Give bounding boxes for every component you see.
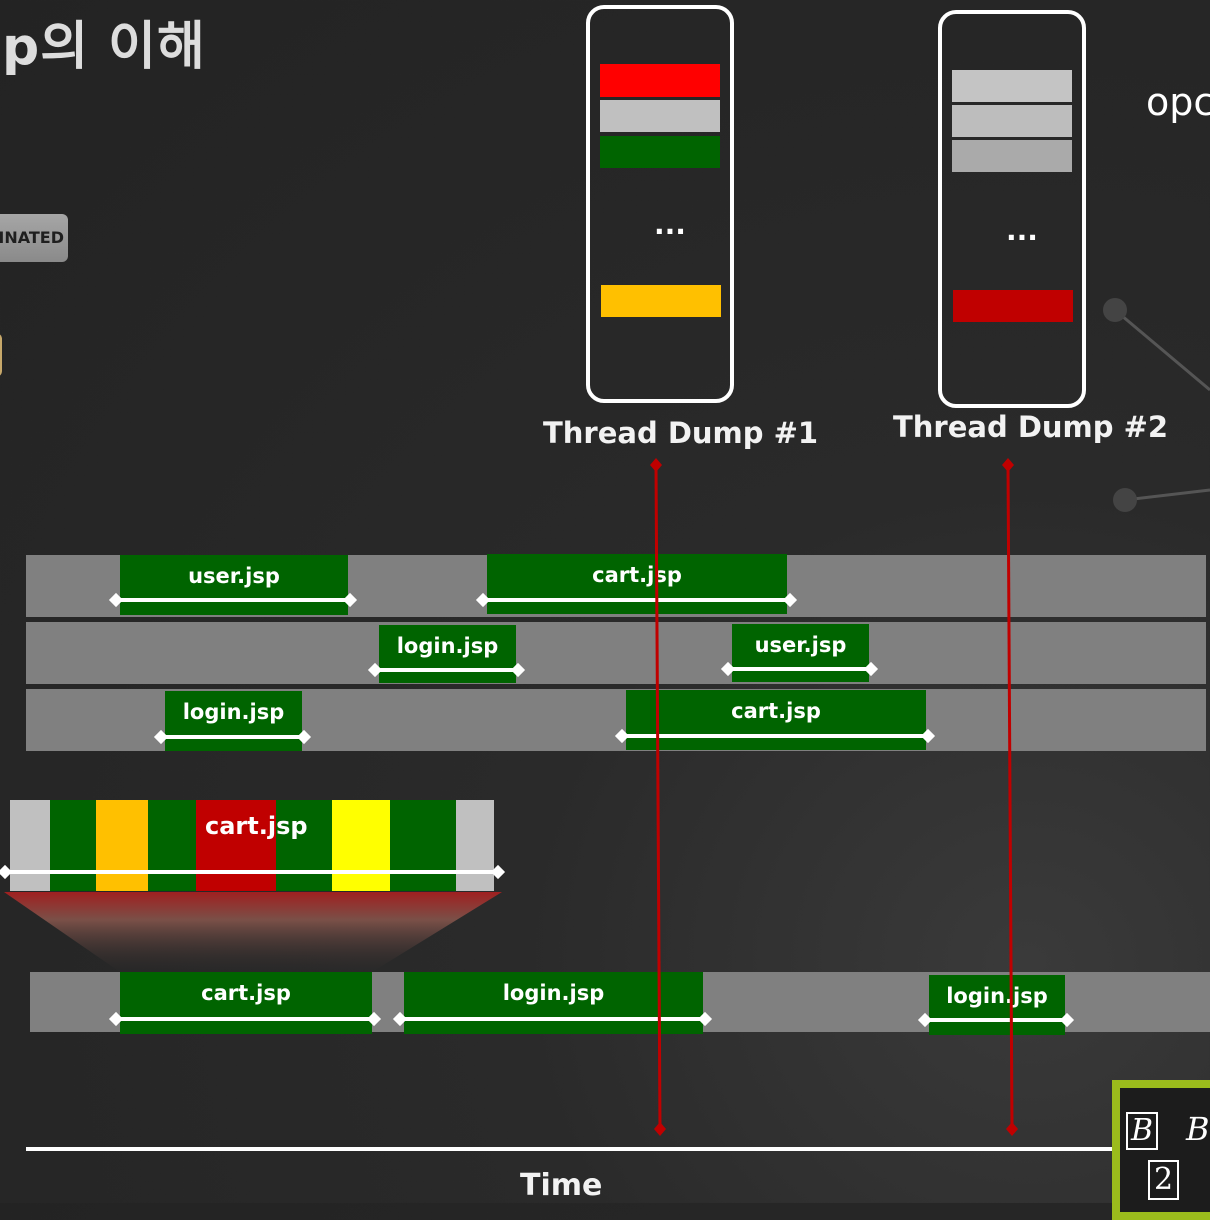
dump-1-ellipsis: ...: [654, 208, 686, 241]
zoom-segment: [148, 800, 196, 891]
corner-digit: 2: [1148, 1160, 1180, 1200]
request-user-jsp: user.jsp: [120, 555, 348, 615]
dump-1-block-4: [601, 285, 721, 317]
dump-2-block-3: [952, 140, 1072, 172]
request-login-jsp: login.jsp: [379, 625, 516, 683]
time-axis: [26, 1147, 1116, 1151]
corner-letter-b2: B: [1186, 1110, 1210, 1148]
page-title: p의 이해: [2, 17, 206, 77]
dump-1-block-3: [600, 136, 720, 168]
zoom-segment: [456, 800, 494, 891]
zoom-segment: [332, 800, 390, 891]
thread-dump-1-label: Thread Dump #1: [543, 416, 819, 450]
zoom-segment: [50, 800, 96, 891]
corner-letter-b: B: [1126, 1112, 1159, 1150]
zoom-segment: [96, 800, 148, 891]
request-login-jsp: login.jsp: [165, 691, 302, 751]
status-badge: INATED: [0, 214, 68, 262]
request-cart-jsp: cart.jsp: [120, 972, 372, 1034]
request-duration-line: [117, 598, 351, 602]
zoomed-request-label: cart.jsp: [205, 812, 308, 840]
dump-2-block-1: [952, 70, 1072, 102]
dump-2-ellipsis: ...: [1006, 214, 1038, 247]
request-duration-line: [117, 1017, 375, 1021]
zoom-projection: [4, 892, 502, 972]
logo-text: opc: [1146, 80, 1210, 124]
corner-thumbnail: B B 2: [1112, 1080, 1210, 1220]
dump-1-block-1: [600, 64, 720, 97]
zoom-segment: [390, 800, 456, 891]
dump-1-block-2: [600, 100, 720, 132]
request-duration-line: [376, 668, 519, 672]
time-axis-label: Time: [520, 1168, 603, 1203]
request-duration-line: [162, 735, 305, 739]
zoomed-duration-line: [6, 870, 498, 874]
dump-2-block-2: [952, 105, 1072, 137]
dump-2-block-4: [953, 290, 1073, 322]
thread-dump-2-label: Thread Dump #2: [893, 410, 1169, 444]
left-edge-tab: [0, 333, 2, 377]
dump-marker-lines: [650, 458, 1018, 1136]
zoom-segment: [10, 800, 50, 891]
